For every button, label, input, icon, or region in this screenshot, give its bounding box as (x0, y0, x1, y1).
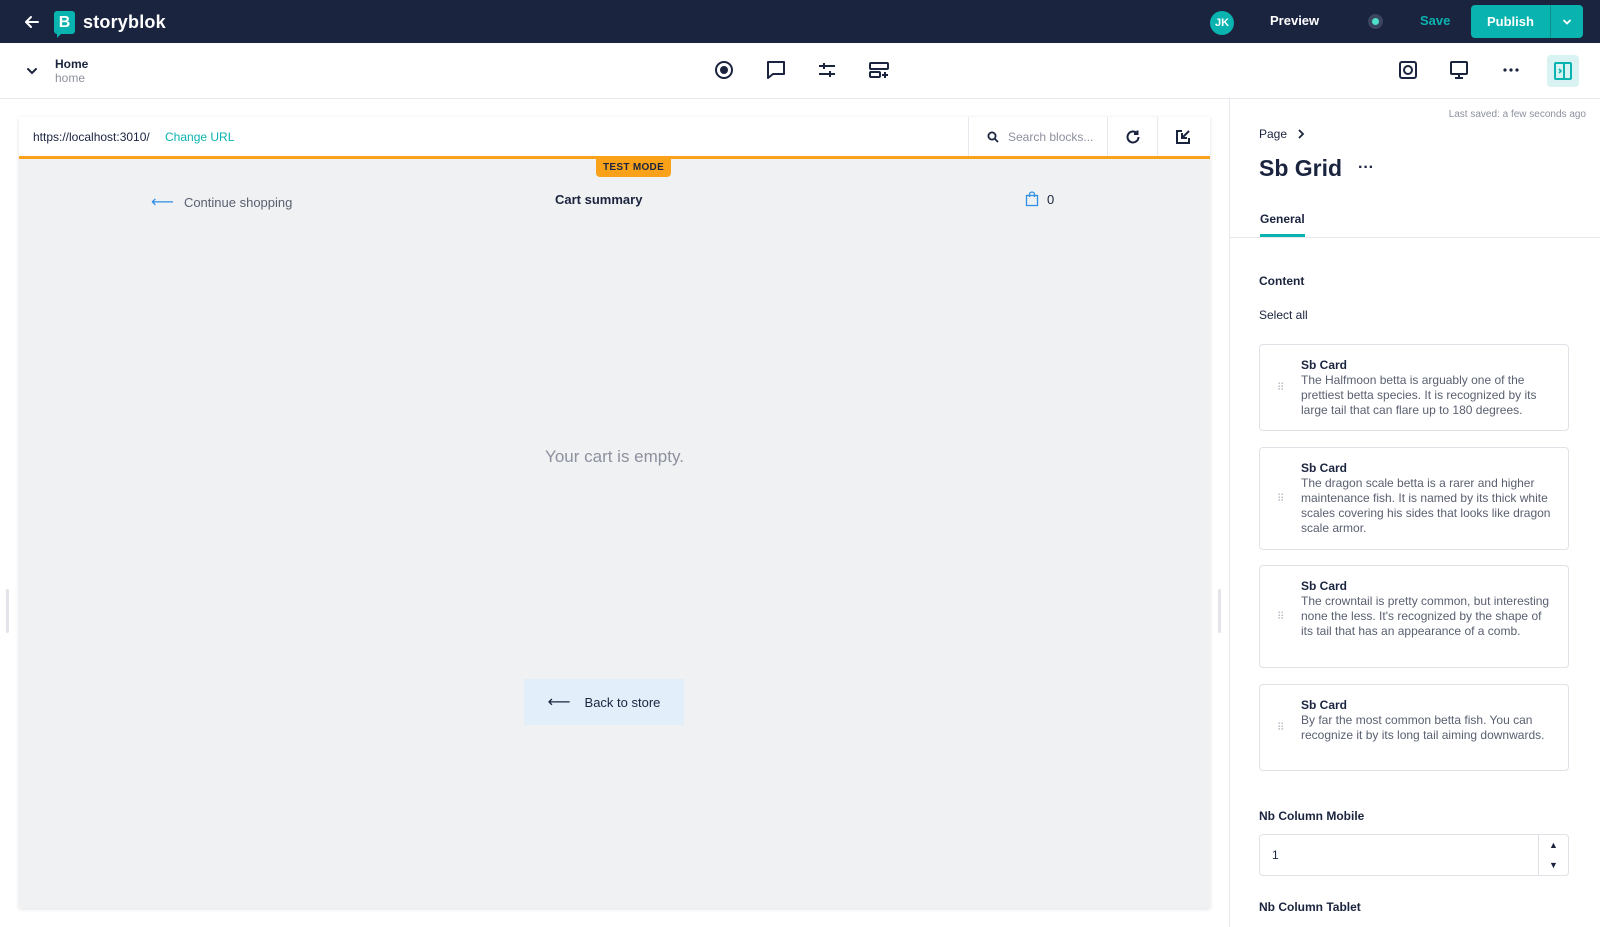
block-add-icon[interactable] (867, 58, 891, 82)
resize-handle-left[interactable] (6, 589, 9, 633)
resize-handle-right[interactable] (1218, 589, 1221, 633)
more-icon[interactable] (1499, 58, 1523, 82)
search-blocks-input[interactable]: Search blocks... (968, 117, 1107, 156)
publish-button[interactable]: Publish (1471, 5, 1550, 38)
list-item[interactable]: ⠿ Sb Card The crowntail is pretty common… (1259, 565, 1569, 668)
cart-summary-title: Cart summary (555, 192, 643, 207)
search-icon (987, 131, 999, 143)
nb-column-mobile-input[interactable]: 1 ▲ ▼ (1259, 834, 1569, 876)
preview-button[interactable]: Preview (1270, 13, 1319, 28)
story-toolbar: Home home (0, 43, 1600, 99)
tab-general[interactable]: General (1260, 212, 1305, 237)
publish-group: Publish (1471, 5, 1583, 38)
card-description: The crowntail is pretty common, but inte… (1301, 594, 1550, 638)
arrow-left-icon: ⟵ (547, 694, 571, 711)
list-item[interactable]: ⠿ Sb Card The dragon scale betta is a ra… (1259, 447, 1569, 550)
drag-handle-icon[interactable]: ⠿ (1277, 494, 1284, 504)
shopping-bag-icon (1025, 191, 1039, 207)
nb-column-tablet-label: Nb Column Tablet (1259, 900, 1361, 914)
preview-frame: https://localhost:3010/ Change URL Searc… (19, 117, 1210, 908)
target-icon[interactable] (712, 58, 736, 82)
arrow-left-icon: ⟵ (151, 194, 174, 211)
back-to-store-button[interactable]: ⟵ Back to store (524, 679, 684, 725)
block-title: Sb Grid (1259, 155, 1343, 181)
quantity-stepper[interactable]: ▲ ▼ (1538, 835, 1568, 875)
last-saved-text: Last saved: a few seconds ago (1448, 109, 1586, 120)
card-description: By far the most common betta fish. You c… (1301, 713, 1545, 742)
top-navbar: B storyblok JK Preview Save Publish (0, 0, 1600, 43)
card-title: Sb Card (1301, 579, 1348, 593)
card-title: Sb Card (1301, 358, 1348, 372)
card-description: The Halfmoon betta is arguably one of th… (1301, 373, 1537, 417)
select-all-checkbox[interactable]: Select all (1259, 308, 1308, 322)
comment-icon[interactable] (764, 58, 788, 82)
content-field-label: Content (1259, 274, 1305, 288)
back-to-store-label: Back to store (584, 694, 661, 710)
storyblok-logo[interactable]: B storyblok (54, 11, 166, 38)
preview-url: https://localhost:3010/ (33, 130, 150, 144)
refresh-icon[interactable] (1107, 117, 1157, 156)
list-item[interactable]: ⠿ Sb Card By far the most common betta f… (1259, 684, 1569, 771)
story-slug: home (55, 71, 86, 85)
chevron-up-icon[interactable]: ▲ (1539, 835, 1568, 855)
sliders-icon[interactable] (815, 58, 839, 82)
cart-count: 0 (1047, 191, 1055, 207)
status-indicator-icon[interactable] (1368, 14, 1383, 29)
panel-toggle-icon[interactable] (1547, 55, 1579, 87)
block-editor-panel: Last saved: a few seconds ago Page Sb Gr… (1229, 99, 1600, 927)
logo-text: storyblok (83, 12, 166, 32)
chevron-down-icon[interactable]: ▼ (1539, 855, 1568, 875)
breadcrumb-page[interactable]: Page (1259, 127, 1287, 141)
card-description: The dragon scale betta is a rarer and hi… (1301, 476, 1551, 535)
chevron-down-icon (1563, 19, 1571, 25)
empty-cart-message: Your cart is empty. (545, 447, 684, 466)
logo-mark: B (54, 11, 75, 38)
card-title: Sb Card (1301, 461, 1348, 475)
breadcrumb[interactable]: Page (1259, 127, 1305, 141)
user-avatar[interactable]: JK (1210, 11, 1234, 35)
test-mode-badge: TEST MODE (596, 159, 672, 177)
card-title: Sb Card (1301, 698, 1348, 712)
drag-handle-icon[interactable]: ⠿ (1277, 383, 1284, 393)
continue-shopping-link[interactable]: ⟵ Continue shopping (151, 192, 292, 212)
cart-button[interactable]: 0 (1025, 191, 1054, 207)
preview-url-bar: https://localhost:3010/ Change URL Searc… (19, 117, 1210, 159)
drag-handle-icon[interactable]: ⠿ (1277, 723, 1284, 733)
story-title[interactable]: Home (55, 57, 88, 71)
save-button[interactable]: Save (1420, 13, 1450, 28)
open-external-icon[interactable] (1157, 117, 1207, 156)
desktop-icon[interactable] (1447, 58, 1471, 82)
publish-dropdown-button[interactable] (1549, 5, 1583, 38)
drag-handle-icon[interactable]: ⠿ (1277, 612, 1284, 622)
nb-column-mobile-label: Nb Column Mobile (1259, 809, 1365, 823)
search-placeholder: Search blocks... (1008, 129, 1094, 144)
continue-shopping-label: Continue shopping (183, 194, 293, 210)
back-arrow-icon[interactable] (22, 12, 42, 32)
chevron-down-icon[interactable] (24, 63, 40, 79)
change-url-link[interactable]: Change URL (165, 130, 234, 144)
list-item[interactable]: ⠿ Sb Card The Halfmoon betta is arguably… (1259, 344, 1569, 431)
nb-column-mobile-value: 1 (1272, 848, 1279, 862)
chevron-right-icon (1298, 129, 1305, 139)
screenshot-icon[interactable] (1396, 58, 1420, 82)
more-icon[interactable]: ··· (1358, 159, 1374, 177)
panel-tabs: General (1230, 206, 1600, 238)
